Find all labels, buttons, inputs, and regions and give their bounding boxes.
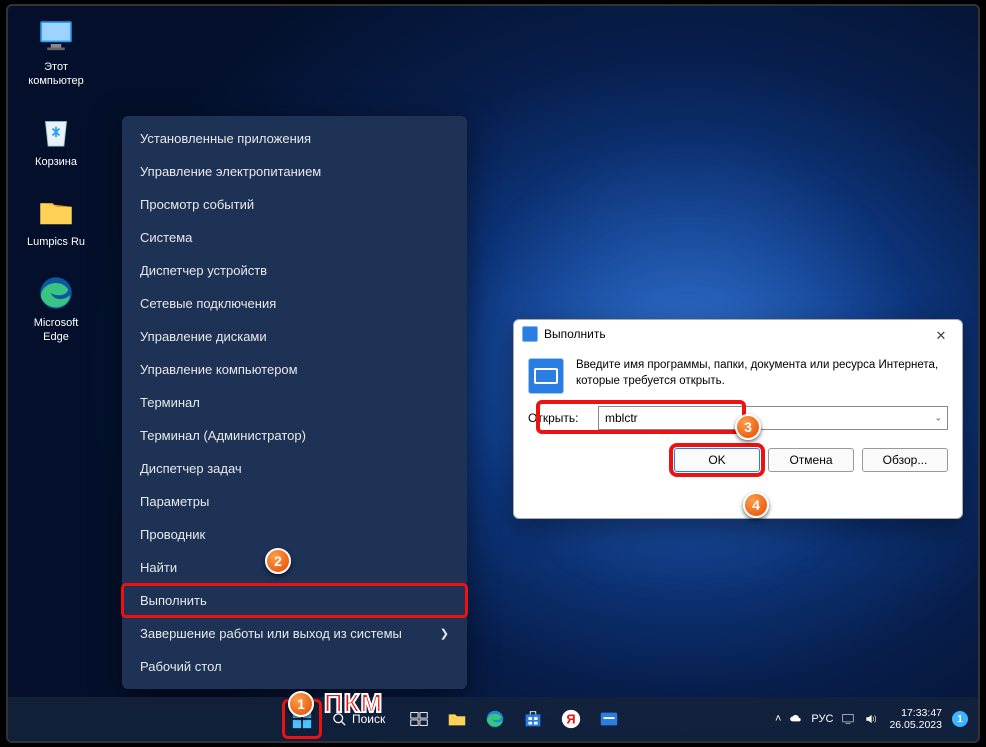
language-indicator[interactable]: РУС [811, 713, 833, 725]
clock-date: 26.05.2023 [889, 719, 942, 731]
desktop-icons-column: Этот компьютер Корзина Lumpics Ru Micros… [16, 16, 96, 367]
close-button[interactable]: ✕ [928, 326, 954, 346]
browse-button[interactable]: Обзор... [862, 448, 948, 472]
annotation-badge-2: 2 [265, 548, 291, 574]
desktop-icon-edge[interactable]: Microsoft Edge [16, 272, 96, 345]
chevron-right-icon: ❯ [440, 627, 449, 640]
monitor-icon [35, 16, 77, 58]
icon-label: Lumpics Ru [27, 236, 85, 250]
run-description: Введите имя программы, папки, документа … [576, 358, 948, 394]
svg-text:Я: Я [567, 712, 576, 727]
ctx-task-mgr[interactable]: Диспетчер задач [122, 452, 467, 485]
run-title-text: Выполнить [544, 327, 606, 341]
chevron-up-icon[interactable]: ˄ [775, 713, 781, 725]
run-input[interactable] [598, 406, 948, 430]
ctx-shutdown[interactable]: Завершение работы или выход из системы❯ [122, 617, 467, 650]
folder-icon [35, 191, 77, 233]
edge-icon [35, 272, 77, 314]
cloud-icon[interactable] [789, 712, 803, 726]
run-app-icon [522, 326, 538, 342]
system-tray[interactable]: ˄ РУС [775, 712, 879, 726]
desktop-icon-folder[interactable]: Lumpics Ru [16, 191, 96, 250]
ctx-desktop[interactable]: Рабочий стол [122, 650, 467, 683]
ctx-terminal[interactable]: Терминал [122, 386, 467, 419]
ctx-find[interactable]: Найти [122, 551, 467, 584]
ctx-run[interactable]: Выполнить [122, 584, 467, 617]
start-context-menu: Установленные приложения Управление элек… [122, 116, 467, 689]
ctx-event-viewer[interactable]: Просмотр событий [122, 188, 467, 221]
open-label: Открыть: [528, 411, 588, 425]
ctx-settings[interactable]: Параметры [122, 485, 467, 518]
volume-icon[interactable] [863, 712, 879, 726]
annotation-badge-4: 4 [743, 492, 769, 518]
icon-label: Корзина [35, 156, 77, 170]
ctx-power-mgmt[interactable]: Управление электропитанием [122, 155, 467, 188]
app-taskbar-icon[interactable] [591, 701, 627, 737]
task-view-button[interactable] [401, 701, 437, 737]
ctx-installed-apps[interactable]: Установленные приложения [122, 122, 467, 155]
ctx-explorer[interactable]: Проводник [122, 518, 467, 551]
recycle-bin-icon [35, 111, 77, 153]
annotation-badge-3: 3 [735, 414, 761, 440]
taskbar-clock[interactable]: 17:33:47 26.05.2023 [889, 707, 942, 731]
network-icon[interactable] [841, 712, 855, 726]
cancel-button[interactable]: Отмена [768, 448, 854, 472]
ok-button[interactable]: OK [674, 448, 760, 472]
annotation-text-pkm: ПКМ [324, 688, 383, 719]
desktop-screen: Этот компьютер Корзина Lumpics Ru Micros… [6, 4, 980, 743]
yandex-taskbar-icon[interactable]: Я [553, 701, 589, 737]
desktop-icon-recycle[interactable]: Корзина [16, 111, 96, 170]
desktop-icon-this-pc[interactable]: Этот компьютер [16, 16, 96, 89]
ctx-terminal-admin[interactable]: Терминал (Администратор) [122, 419, 467, 452]
icon-label: Microsoft Edge [34, 317, 79, 345]
explorer-taskbar-icon[interactable] [439, 701, 475, 737]
clock-time: 17:33:47 [889, 707, 942, 719]
run-big-icon [528, 358, 564, 394]
store-taskbar-icon[interactable] [515, 701, 551, 737]
edge-taskbar-icon[interactable] [477, 701, 513, 737]
annotation-badge-1: 1 [288, 691, 314, 717]
run-titlebar[interactable]: Выполнить [514, 320, 962, 348]
ctx-computer-mgmt[interactable]: Управление компьютером [122, 353, 467, 386]
ctx-system[interactable]: Система [122, 221, 467, 254]
ctx-disk-mgmt[interactable]: Управление дисками [122, 320, 467, 353]
icon-label: Этот компьютер [28, 61, 83, 89]
taskbar: Поиск Я ˄ РУС 17:33:47 26.05.2023 1 [8, 697, 978, 741]
notification-badge[interactable]: 1 [952, 711, 968, 727]
ctx-device-mgr[interactable]: Диспетчер устройств [122, 254, 467, 287]
ctx-network[interactable]: Сетевые подключения [122, 287, 467, 320]
